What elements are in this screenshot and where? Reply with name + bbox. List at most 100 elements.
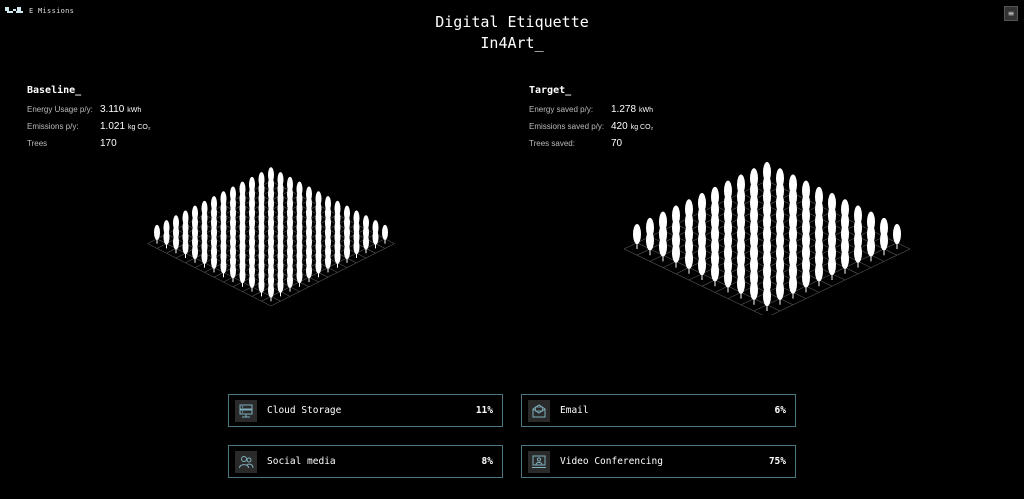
category-percent: 8%	[481, 456, 493, 467]
category-percent: 75%	[768, 456, 786, 467]
tree-icon	[880, 230, 888, 251]
category-card-email[interactable]: Email 6%	[521, 394, 796, 427]
target-energy-row: Energy saved p/y: 1.278 kWh	[529, 104, 653, 121]
grid-line	[636, 242, 781, 312]
grid-line	[636, 186, 781, 256]
target-tree-grid	[623, 162, 911, 315]
category-card-cloud-storage[interactable]: Cloud Storage 11%	[228, 394, 503, 427]
tree-icon	[659, 236, 667, 257]
tree-icon	[201, 248, 208, 264]
category-name: Video Conferencing	[560, 456, 663, 467]
tree-icon	[711, 261, 719, 282]
grid-line	[701, 217, 846, 287]
category-percent: 11%	[475, 405, 493, 416]
tree-icon	[382, 224, 388, 240]
tree-icon	[344, 244, 350, 260]
category-name: Cloud Storage	[267, 405, 342, 416]
tree-icon	[724, 267, 732, 288]
grid-line	[649, 192, 794, 262]
grid-line	[649, 236, 794, 306]
baseline-emissions-unit: kg CO₂	[128, 124, 151, 131]
grid-line	[675, 223, 820, 293]
tree-icon	[789, 273, 797, 294]
baseline-trees-value: 170	[100, 138, 117, 149]
tree-icon	[685, 248, 693, 269]
tree-icon	[325, 253, 331, 269]
tree-icon	[737, 273, 745, 294]
monitor-person-icon	[532, 455, 546, 468]
grid-line	[688, 217, 833, 287]
target-emissions-value: 420	[611, 121, 628, 132]
tree-icon	[698, 255, 706, 276]
grid-line	[701, 211, 846, 281]
tree-icon	[182, 239, 189, 255]
baseline-energy-row: Energy Usage p/y: 3.110 kWh	[27, 104, 151, 121]
grid-line	[662, 230, 807, 299]
grid-line	[662, 199, 807, 268]
target-emissions-label: Emissions saved p/y:	[529, 122, 605, 131]
tree-icon	[230, 263, 236, 279]
baseline-heading: Baseline_	[27, 85, 82, 96]
tree-icon	[776, 279, 784, 300]
category-name: Email	[560, 405, 589, 416]
tree-icon	[192, 244, 198, 260]
page-title: Digital Etiquette	[435, 13, 589, 31]
target-heading: Target_	[529, 85, 572, 96]
tree-icon	[633, 224, 641, 245]
tree-icon	[334, 248, 341, 264]
baseline-emissions-row: Emissions p/y: 1.021 kg CO₂	[27, 121, 151, 138]
baseline-panel: Baseline_ Energy Usage p/y: 3.110 kWh Em…	[27, 85, 151, 155]
tree-icon	[893, 224, 901, 245]
baseline-energy-value: 3.110	[100, 104, 125, 115]
category-percent: 6%	[774, 405, 786, 416]
category-card-social-media[interactable]: Social media 8%	[228, 445, 503, 478]
tree-icon	[353, 239, 360, 255]
grid-line	[727, 199, 872, 268]
tree-icon	[315, 258, 322, 274]
tree-icon	[211, 253, 217, 269]
tree-icon	[154, 224, 160, 240]
tree-icon	[249, 272, 255, 288]
tree-icon	[854, 242, 862, 263]
page-subtitle: In4Art_	[480, 34, 544, 52]
tree-icon	[220, 258, 227, 274]
grid-line	[714, 223, 859, 293]
grid-line	[675, 205, 820, 275]
baseline-emissions-label: Emissions p/y:	[27, 122, 79, 131]
category-name: Social media	[267, 456, 336, 467]
target-trees-label: Trees saved:	[529, 139, 575, 148]
target-energy-value: 1.278	[611, 104, 637, 115]
tree-icon	[672, 242, 680, 263]
category-card-video-conferencing[interactable]: Video Conferencing 75%	[521, 445, 796, 478]
tree-icon	[646, 230, 654, 251]
envelope-icon	[532, 403, 546, 417]
tree-icon	[163, 229, 170, 245]
tree-icon	[268, 282, 274, 298]
tree-icon	[750, 279, 758, 300]
grid-line	[740, 192, 885, 262]
tree-icon	[306, 263, 312, 279]
server-icon	[239, 404, 253, 417]
tree-icon	[841, 248, 849, 269]
target-emissions-row: Emissions saved p/y: 420 kg CO₂	[529, 121, 653, 138]
tree-icon	[815, 261, 823, 282]
users-icon	[239, 455, 254, 468]
grid-line	[727, 230, 872, 299]
tree-icon	[828, 255, 836, 276]
baseline-emissions-value: 1.021	[100, 121, 126, 132]
baseline-tree-grid	[147, 167, 395, 307]
tree-icon	[763, 286, 771, 307]
grid-line	[688, 211, 833, 281]
baseline-trees-label: Trees	[27, 139, 48, 148]
tree-icon	[296, 268, 303, 284]
grid-line	[740, 236, 885, 306]
tree-icon	[363, 234, 369, 250]
grid-line	[753, 242, 898, 312]
grid-line	[623, 180, 768, 250]
target-energy-unit: kWh	[639, 107, 654, 114]
tree-icon	[277, 277, 284, 293]
grid-line	[753, 186, 898, 256]
baseline-energy-label: Energy Usage p/y:	[27, 105, 93, 114]
grid-line	[714, 205, 859, 275]
tree-icon	[239, 268, 246, 284]
